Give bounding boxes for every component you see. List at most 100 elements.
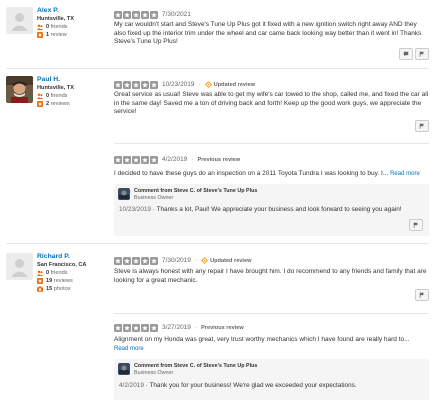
friends-icon xyxy=(37,24,43,30)
review-date: 3/27/2019 xyxy=(162,324,191,331)
review-date: 7/30/2019 xyxy=(162,257,191,264)
review-date: 10/23/2019 xyxy=(162,81,195,88)
star-rating xyxy=(114,10,158,19)
reviewer-location: Huntsville, TX xyxy=(37,16,74,22)
refresh-icon xyxy=(204,81,212,88)
divider xyxy=(6,243,429,244)
default-avatar-icon xyxy=(6,253,33,280)
star-icon xyxy=(141,256,149,265)
separator-dot: · xyxy=(191,156,194,163)
friends-icon xyxy=(37,93,43,99)
owner-comment: Comment from Steve C. of Steve's Tune Up… xyxy=(114,359,429,400)
flag-button[interactable] xyxy=(415,289,429,301)
star-icon xyxy=(141,155,149,164)
star-icon xyxy=(123,80,131,89)
comment-icon xyxy=(403,51,409,57)
review-body: 10/23/2019 · Updated review Great servic… xyxy=(114,80,429,117)
star-icon xyxy=(132,10,140,19)
review-icon xyxy=(37,101,43,107)
photos-count: 15 photos xyxy=(37,285,112,293)
avatar[interactable] xyxy=(6,7,33,34)
friends-number: 0 xyxy=(46,270,50,276)
business-logo xyxy=(118,363,130,375)
reviewer-name[interactable]: Paul H. xyxy=(37,76,112,84)
flag-button[interactable] xyxy=(415,48,429,60)
read-more-link[interactable]: Read more xyxy=(114,346,144,352)
star-icon xyxy=(132,256,140,265)
owner-comment: Comment from Steve C. of Steve's Tune Up… xyxy=(114,184,429,236)
star-icon xyxy=(123,256,131,265)
reviews-number: 19 xyxy=(46,278,53,284)
photos-label: photos xyxy=(53,286,71,292)
star-icon xyxy=(150,256,158,265)
owner-comment-date: 4/2/2019 xyxy=(119,382,144,389)
reviews-label: reviews xyxy=(50,101,70,107)
star-icon xyxy=(141,80,149,89)
reviews-count: 19 reviews xyxy=(37,277,112,285)
default-avatar-icon xyxy=(6,7,33,34)
review-icon xyxy=(37,278,43,284)
camera-icon xyxy=(37,286,43,292)
review-icon xyxy=(37,32,43,38)
reviewer-name[interactable]: Richard P. xyxy=(37,253,112,261)
friends-label: friends xyxy=(50,270,68,276)
star-icon xyxy=(150,155,158,164)
star-rating xyxy=(114,256,158,265)
star-rating xyxy=(114,80,158,89)
previous-review-tag: Previous review xyxy=(201,324,244,331)
comment-button[interactable] xyxy=(399,48,413,60)
owner-comment-actions xyxy=(409,219,423,231)
previous-review: 3/27/2019 · Previous review Alignment on… xyxy=(114,323,429,353)
star-icon xyxy=(150,323,158,332)
avatar[interactable] xyxy=(6,76,33,103)
divider xyxy=(114,143,429,144)
reviews-label: review xyxy=(50,32,67,38)
previous-review-tag: Previous review xyxy=(197,156,241,163)
flag-button[interactable] xyxy=(409,219,423,231)
reviews-count: 1 review xyxy=(37,31,112,39)
photos-number: 15 xyxy=(46,286,53,292)
avatar[interactable] xyxy=(6,253,33,280)
reviews-label: reviews xyxy=(53,278,73,284)
updated-review-label: Updated review xyxy=(210,257,252,264)
star-icon xyxy=(141,10,149,19)
flag-button[interactable] xyxy=(415,120,429,132)
flag-icon xyxy=(419,51,424,57)
review-snippet: Alignment on my Honda was great, very tr… xyxy=(114,336,410,343)
user-photo xyxy=(6,76,33,103)
business-logo xyxy=(118,188,130,200)
review-text: Steve is always honest with any repair I… xyxy=(114,268,427,284)
updated-review-tag: Updated review xyxy=(201,257,251,264)
reviewer-name[interactable]: Alex P. xyxy=(37,7,112,15)
review-text: I decided to have these guys do an inspe… xyxy=(114,170,429,179)
read-more-link[interactable]: Read more xyxy=(390,171,420,177)
review-date: 4/2/2019 xyxy=(162,156,188,163)
friends-number: 0 xyxy=(46,93,50,99)
owner-comment-date: 10/23/2019 xyxy=(119,206,151,213)
star-icon xyxy=(114,155,122,164)
friends-icon xyxy=(37,270,43,276)
star-icon xyxy=(132,323,140,332)
review-text: Great service as usual! Steve was able t… xyxy=(114,91,429,115)
star-icon xyxy=(123,10,131,19)
star-icon xyxy=(114,80,122,89)
owner-comment-title: Comment from Steve C. of Steve's Tune Up… xyxy=(134,188,258,194)
reviews-count: 2 reviews xyxy=(37,100,112,108)
friends-count: 0 friends xyxy=(37,92,112,100)
owner-comment-body: Thanks a lot, Paul! We appreciate your b… xyxy=(156,206,402,213)
review-snippet: I decided to have these guys do an inspe… xyxy=(114,170,389,177)
owner-role: Business Owner xyxy=(134,195,174,201)
owner-comment-title: Comment from Steve C. of Steve's Tune Up… xyxy=(134,363,258,369)
review-text: My car wouldn't start and Steve's Tune U… xyxy=(114,21,422,45)
updated-review-label: Updated review xyxy=(213,81,256,88)
divider xyxy=(6,68,429,69)
star-icon xyxy=(141,323,149,332)
reviews-number: 1 xyxy=(46,32,50,38)
previous-review: 4/2/2019 · Previous review I decided to … xyxy=(114,155,429,179)
star-icon xyxy=(123,323,131,332)
reviews-number: 2 xyxy=(46,101,50,107)
star-icon xyxy=(150,80,158,89)
separator-dot: · xyxy=(194,257,198,264)
star-rating xyxy=(114,323,158,332)
star-icon xyxy=(114,256,122,265)
